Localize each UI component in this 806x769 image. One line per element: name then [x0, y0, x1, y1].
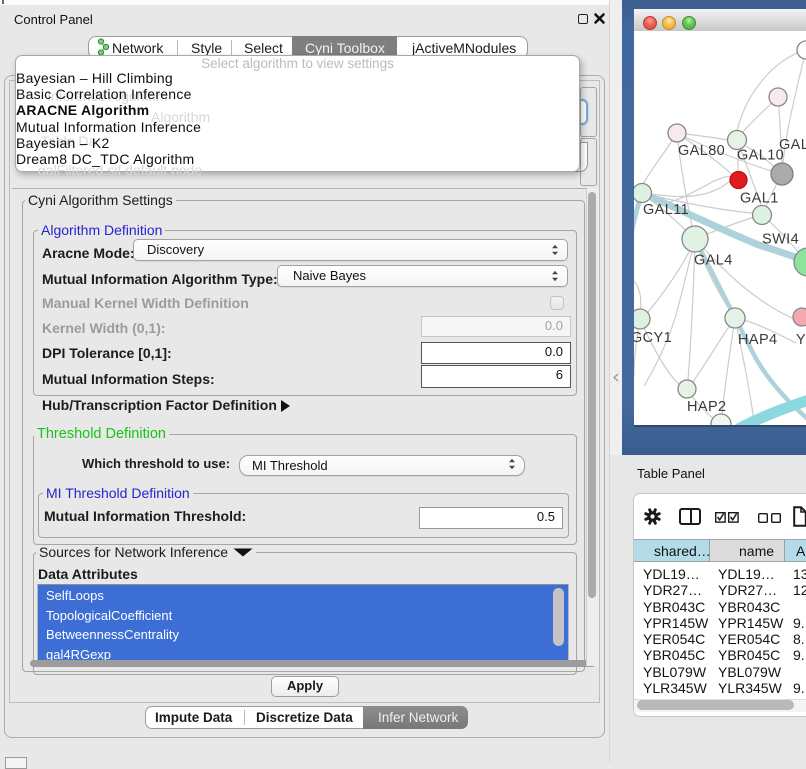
svg-text:Y: Y	[796, 332, 806, 348]
svg-text:HAP2: HAP2	[687, 399, 726, 415]
svg-text:SWI4: SWI4	[762, 232, 799, 248]
svg-text:GAL1: GAL1	[740, 191, 779, 207]
svg-text:GAL11: GAL11	[643, 202, 689, 218]
svg-text:HAP4: HAP4	[738, 332, 777, 348]
svg-text:GCY1: GCY1	[634, 330, 672, 346]
svg-text:GAL4: GAL4	[694, 253, 733, 269]
svg-text:GAL80: GAL80	[678, 143, 725, 159]
svg-text:GAL10: GAL10	[737, 148, 784, 164]
